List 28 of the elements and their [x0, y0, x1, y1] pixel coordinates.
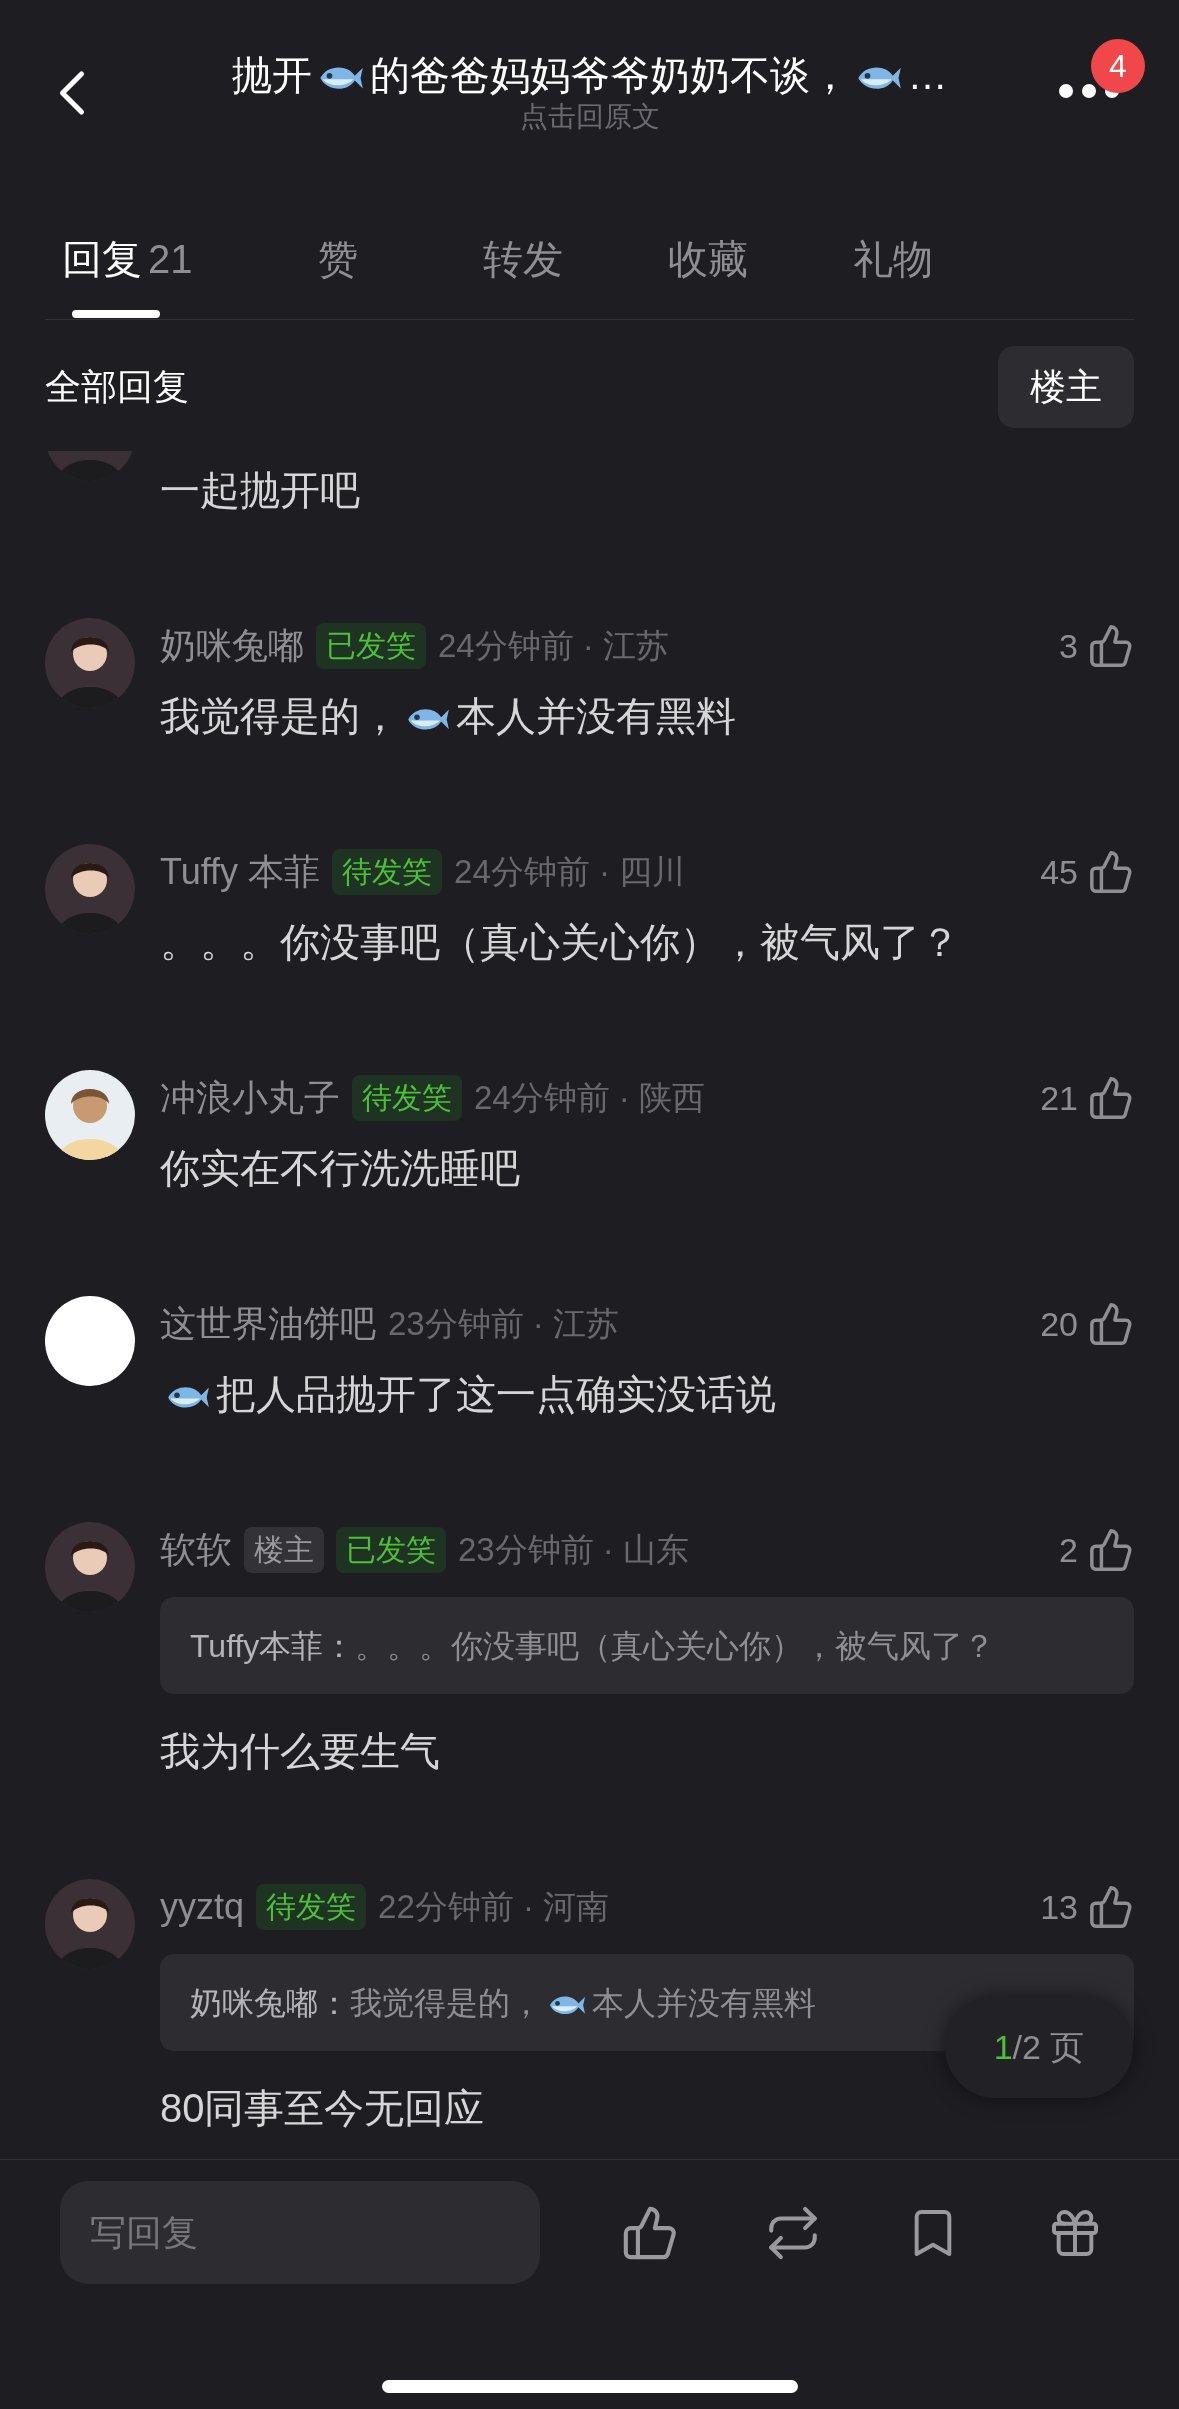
- status-tag: 待发笑: [256, 1884, 367, 1930]
- comment-meta: 24分钟前 · 陕西: [474, 1078, 706, 1119]
- comment-meta: 22分钟前 · 河南: [378, 1887, 610, 1928]
- author-tag: 楼主: [244, 1527, 324, 1573]
- comment-meta: 23分钟前 · 江苏: [388, 1304, 620, 1345]
- comment-text: 我觉得是的， 本人并没有黑料: [160, 693, 737, 740]
- status-tag: 待发笑: [352, 1075, 462, 1121]
- section-title: 全部回复: [45, 365, 189, 409]
- status-tag: 待发笑: [332, 849, 443, 895]
- like-count: 21: [1040, 1077, 1078, 1119]
- like-count: 2: [1059, 1529, 1078, 1571]
- comment-text: 把人品抛开了这一点确实没话说: [160, 1366, 1134, 1422]
- comment-text: 我为什么要生气: [160, 1728, 441, 1775]
- post-title: 抛开 的爸爸妈妈爷爷奶奶不谈， …: [231, 52, 948, 99]
- comment-meta: 23分钟前 · 山东: [458, 1530, 690, 1571]
- like-count: 3: [1059, 625, 1078, 667]
- comment-text: 。。。你没事吧（真心关心你），被气风了？: [160, 919, 961, 966]
- notification-badge: 4: [1091, 39, 1145, 93]
- status-tag: 已发笑: [316, 623, 426, 669]
- like-count: 45: [1040, 851, 1078, 893]
- like-count: 13: [1040, 1886, 1078, 1928]
- comment-text: 一起抛开吧: [160, 467, 360, 514]
- comment-text: 你实在不行洗洗睡吧: [160, 1145, 521, 1192]
- like-count: 20: [1040, 1303, 1078, 1345]
- status-tag: 已发笑: [336, 1527, 446, 1573]
- comment-text: 80同事至今无回应: [160, 2085, 486, 2132]
- comment-meta: 24分钟前 · 四川: [454, 852, 686, 893]
- comment-meta: 24分钟前 · 江苏: [438, 626, 670, 667]
